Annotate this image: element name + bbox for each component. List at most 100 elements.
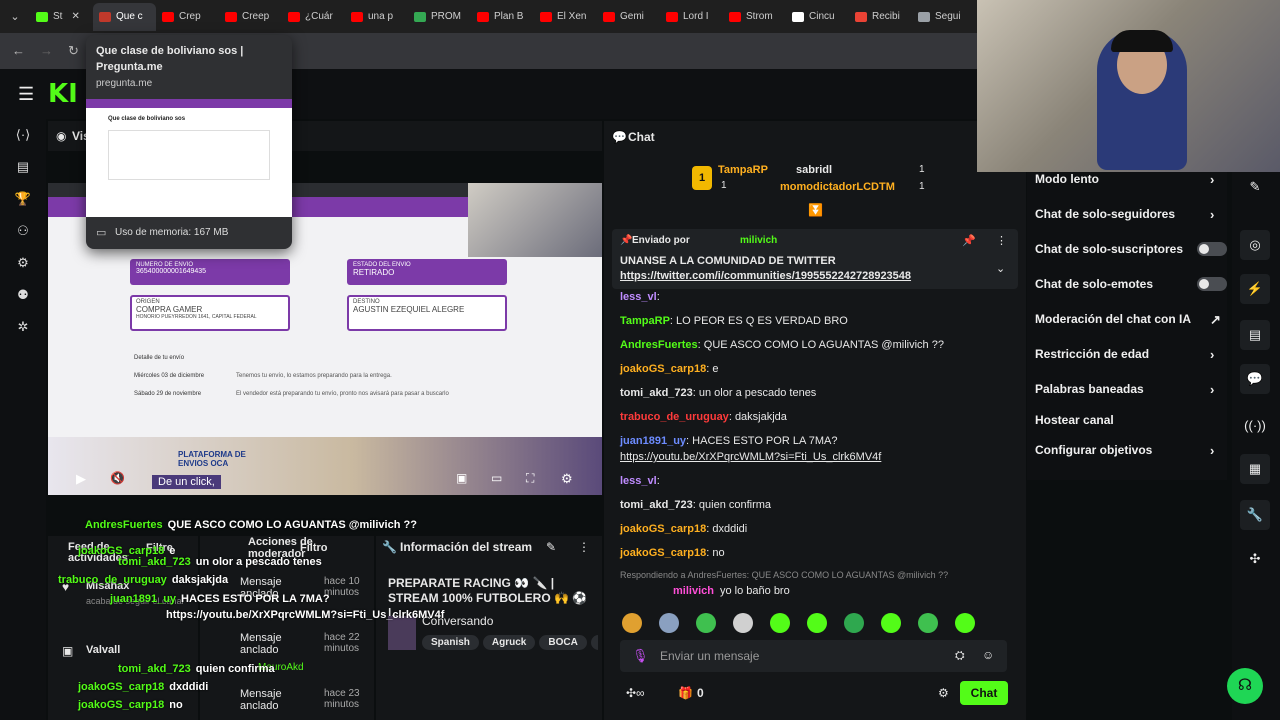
community-icon[interactable]: ⚇ [0,215,46,247]
mod-menu-item[interactable]: Restricción de edad › [1035,347,1225,362]
browser-tab[interactable]: ¿Cuár [282,3,345,31]
chat-send-button[interactable]: Chat [960,681,1008,705]
message-icon[interactable]: 💬 [1240,364,1270,394]
mute-icon[interactable]: 🔇 [110,471,125,485]
emote-8[interactable] [881,613,901,633]
chat-username[interactable]: less_vl [620,291,657,303]
chat-username[interactable]: joakoGS_carp18 [620,363,706,375]
reply-user[interactable]: milivich [673,585,714,597]
back-icon[interactable]: ← [12,43,25,58]
chat-text[interactable]: https://youtu.be/XrXPqrcWMLM?si=Fti_Us_c… [620,451,881,463]
emote-6[interactable] [807,613,827,633]
trophy-icon[interactable]: 🏆 [0,183,46,215]
mic-icon[interactable]: 🎙 [632,648,649,664]
chat-username[interactable]: less_vl [620,475,657,487]
chat-username[interactable]: joakoGS_carp18 [620,547,706,559]
mod-menu-item[interactable]: Palabras baneadas › [1035,382,1225,397]
browser-tab[interactable]: Cincu [786,3,849,31]
mod-actions-filter[interactable]: Filtro [300,542,328,554]
chat-username[interactable]: TampaRP [620,315,670,327]
chat-username[interactable]: tomi_akd_723 [620,387,693,399]
browser-tab[interactable]: Segui [912,3,975,31]
top-gifter-3[interactable]: momodictadorLCDTM [780,181,895,193]
video-settings-icon[interactable]: ⚙ [561,471,573,487]
analytics-icon[interactable]: ▤ [0,151,46,183]
tab-search-icon[interactable]: ⌄ [0,10,30,23]
camera-icon[interactable]: ◎ [1240,230,1270,260]
pinned-user[interactable]: milivich [740,235,777,246]
pip-icon[interactable]: ▣ [456,471,467,485]
points-icon[interactable]: ✣∞ [626,686,645,700]
wrench-tool-icon[interactable]: 🔧 [1240,500,1270,530]
stream-tag[interactable]: Spanish [422,635,479,650]
edit-icon[interactable]: ✎ [546,540,556,554]
mod-menu-item[interactable]: Configurar objetivos › [1035,443,1225,458]
emoji-icon[interactable]: ☺ [982,648,994,662]
stream-tag[interactable]: BOCA [539,635,587,650]
browser-tab[interactable]: Recibi [849,3,912,31]
chat-username[interactable]: AndresFuertes [620,339,698,351]
document-icon[interactable]: ▤ [1240,320,1270,350]
share-icon[interactable]: ✣ [1240,544,1270,574]
chat-input[interactable]: 🎙 Enviar un mensaje ⛭ ☺ [620,640,1007,672]
pencil-icon[interactable]: ✎ [1240,172,1270,202]
mod-menu-item[interactable]: Hostear canal [1035,413,1225,427]
browser-tab[interactable]: El Xen [534,3,597,31]
support-button[interactable]: ☊ [1227,668,1263,704]
browser-tab[interactable]: PROM [408,3,471,31]
users-icon[interactable]: ⚉ [0,279,46,311]
top-gifter-2[interactable]: sabridl [796,164,832,176]
bolt-icon[interactable]: ⚡ [1240,274,1270,304]
reload-icon[interactable]: ↻ [68,43,79,59]
mod-menu-item[interactable]: Chat de solo-seguidores › [1035,207,1225,222]
pinned-more-icon[interactable]: ⋮ [996,234,1007,247]
play-icon[interactable]: ▶ [76,471,86,487]
chat-username[interactable]: tomi_akd_723 [620,499,693,511]
top-gifter-1[interactable]: TampaRP [718,164,768,176]
toggle-switch[interactable] [1197,242,1227,256]
mod-menu-item[interactable]: Chat de solo-emotes [1035,277,1227,291]
forward-icon[interactable]: → [40,43,53,58]
theater-icon[interactable]: ▭ [491,471,502,485]
emote-4[interactable] [733,613,753,633]
unpin-icon[interactable]: 📌 [962,234,976,247]
gear-icon[interactable]: ✲ [0,311,46,343]
emote-3[interactable] [696,613,716,633]
browser-tab[interactable]: Que c [93,2,156,31]
mod-menu-item[interactable]: Chat de solo-suscriptores [1035,242,1227,256]
emote-1[interactable] [622,613,642,633]
broadcast-icon[interactable]: ((·)) [1240,410,1270,440]
settings-icon[interactable]: ⚙ [0,247,46,279]
chat-username[interactable]: juan1891_uy [620,435,686,447]
emote-7[interactable] [844,613,864,633]
emote-10[interactable] [955,613,975,633]
browser-tab[interactable]: Lord I [660,3,723,31]
emote-9[interactable] [918,613,938,633]
browser-tab[interactable]: Creep [219,3,282,31]
translate-icon[interactable]: ⛭ [955,648,965,663]
emote-5[interactable] [770,613,790,633]
menu-icon[interactable]: ☰ [18,84,34,105]
chat-username[interactable]: trabuco_de_uruguay [620,411,729,423]
pinned-expand-icon[interactable]: ⌄ [996,262,1005,275]
pinned-link[interactable]: https://twitter.com/i/communities/199555… [620,270,911,282]
layout-icon[interactable]: ▦ [1240,454,1270,484]
toggle-switch[interactable] [1197,277,1227,291]
browser-tab[interactable]: una p [345,3,408,31]
mod-menu-item[interactable]: Modo lento › [1035,172,1225,187]
emote-2[interactable] [659,613,679,633]
kick-logo[interactable]: KI [48,79,78,109]
stream-tag[interactable]: Agruck [482,635,536,650]
more-icon[interactable]: ⋮ [578,540,590,554]
mod-menu-item[interactable]: Moderación del chat con IA ↗ [1035,312,1225,327]
collapse-icon[interactable]: ⟨·⟩ [0,119,46,151]
tab-close-icon[interactable]: ✕ [71,11,79,22]
gift-icon[interactable]: 🎁 [678,686,693,700]
chat-settings-icon[interactable]: ⚙ [938,686,949,700]
chat-username[interactable]: joakoGS_carp18 [620,523,706,535]
browser-tab[interactable]: Strom [723,3,786,31]
stream-tag[interactable]: E [590,635,598,650]
browser-tab[interactable]: St ✕ [30,3,93,31]
browser-tab[interactable]: Plan B [471,3,534,31]
fullscreen-icon[interactable]: ⛶ [526,471,534,486]
